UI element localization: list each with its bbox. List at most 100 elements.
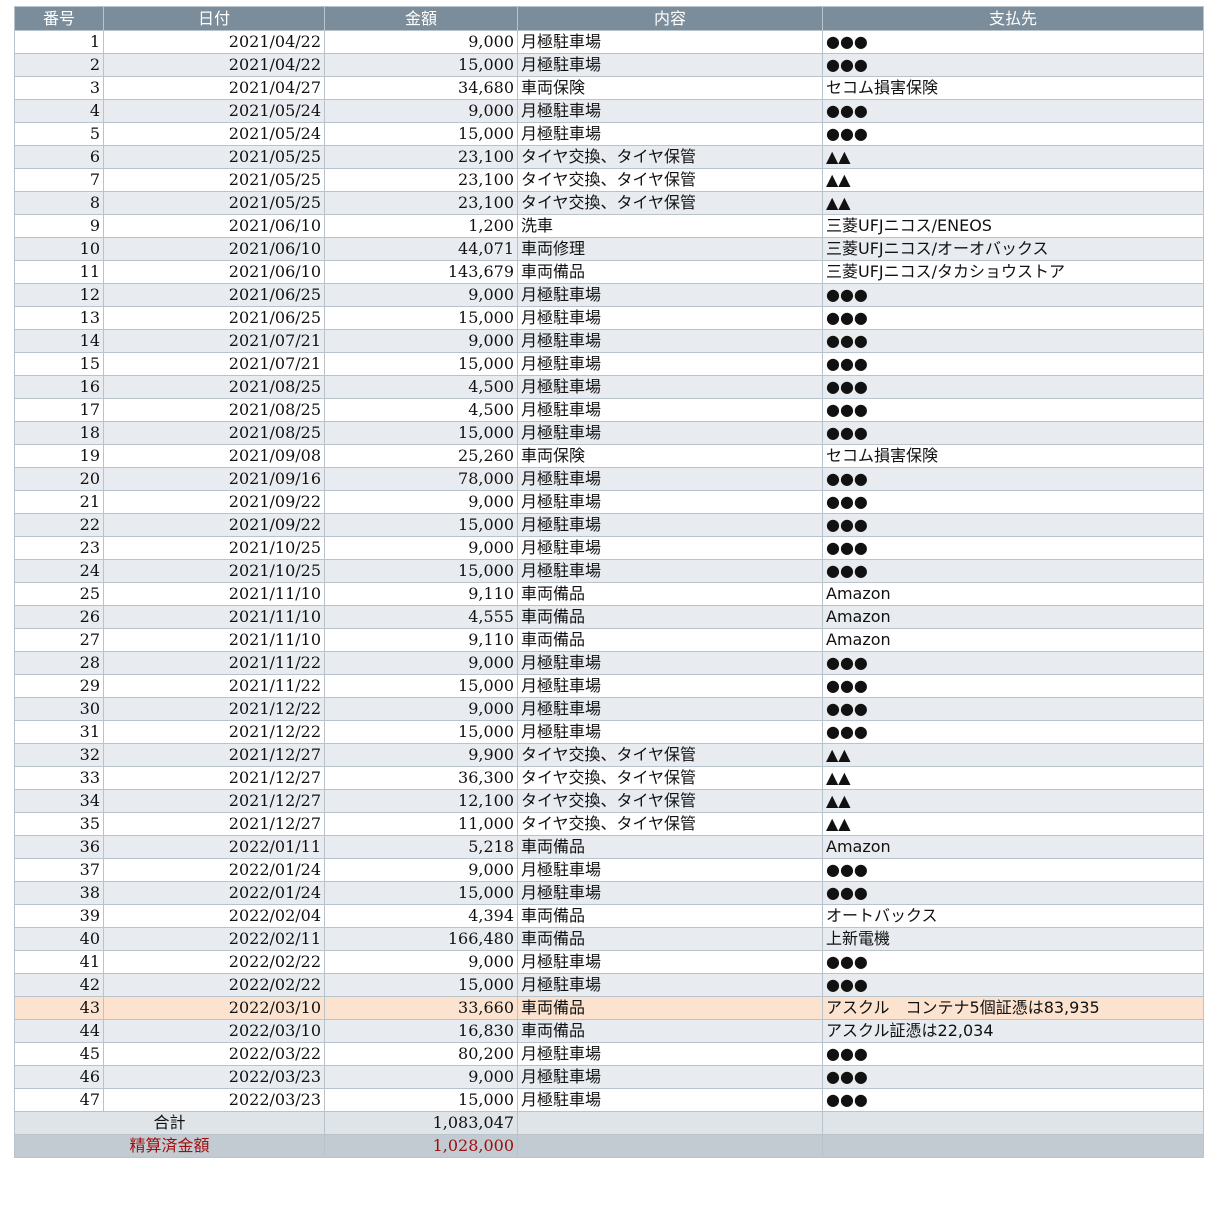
cell-description[interactable]: 月極駐車場 (517, 559, 823, 583)
cell-payee[interactable]: ●●● (822, 283, 1204, 307)
cell-description[interactable]: タイヤ交換、タイヤ保管 (517, 812, 823, 836)
cell-number[interactable]: 44 (14, 1019, 104, 1043)
settled-empty-cell[interactable] (517, 1134, 823, 1158)
cell-amount[interactable]: 9,900 (324, 743, 518, 767)
settled-amount[interactable]: 1,028,000 (324, 1134, 518, 1158)
cell-payee[interactable]: オートバックス (822, 904, 1204, 928)
cell-date[interactable]: 2021/11/22 (103, 674, 325, 698)
cell-amount[interactable]: 4,500 (324, 398, 518, 422)
cell-amount[interactable]: 9,000 (324, 1065, 518, 1089)
header-date[interactable]: 日付 (103, 6, 325, 31)
cell-date[interactable]: 2021/08/25 (103, 398, 325, 422)
header-number[interactable]: 番号 (14, 6, 104, 31)
cell-date[interactable]: 2021/06/10 (103, 260, 325, 284)
cell-date[interactable]: 2021/11/22 (103, 651, 325, 675)
cell-payee[interactable]: ▲▲ (822, 145, 1204, 169)
cell-payee[interactable]: ●●● (822, 651, 1204, 675)
cell-payee[interactable]: Amazon (822, 835, 1204, 859)
cell-description[interactable]: 月極駐車場 (517, 697, 823, 721)
cell-amount[interactable]: 9,110 (324, 582, 518, 606)
cell-payee[interactable]: ●●● (822, 306, 1204, 330)
cell-date[interactable]: 2022/03/10 (103, 996, 325, 1020)
cell-payee[interactable]: ●●● (822, 858, 1204, 882)
cell-amount[interactable]: 33,660 (324, 996, 518, 1020)
cell-description[interactable]: 月極駐車場 (517, 720, 823, 744)
cell-date[interactable]: 2022/03/23 (103, 1088, 325, 1112)
cell-amount[interactable]: 15,000 (324, 53, 518, 77)
cell-description[interactable]: 月極駐車場 (517, 1042, 823, 1066)
cell-amount[interactable]: 9,000 (324, 858, 518, 882)
cell-amount[interactable]: 15,000 (324, 513, 518, 537)
cell-amount[interactable]: 9,000 (324, 490, 518, 514)
cell-description[interactable]: 車両備品 (517, 927, 823, 951)
cell-date[interactable]: 2021/09/08 (103, 444, 325, 468)
cell-payee[interactable]: ●●● (822, 398, 1204, 422)
cell-number[interactable]: 26 (14, 605, 104, 629)
cell-payee[interactable]: 上新電機 (822, 927, 1204, 951)
cell-description[interactable]: 車両備品 (517, 835, 823, 859)
cell-description[interactable]: 洗車 (517, 214, 823, 238)
cell-description[interactable]: 月極駐車場 (517, 122, 823, 146)
cell-description[interactable]: 月極駐車場 (517, 53, 823, 77)
cell-number[interactable]: 30 (14, 697, 104, 721)
total-empty-cell[interactable] (822, 1111, 1204, 1135)
cell-number[interactable]: 34 (14, 789, 104, 813)
cell-date[interactable]: 2021/12/27 (103, 789, 325, 813)
cell-payee[interactable]: セコム損害保険 (822, 76, 1204, 100)
cell-amount[interactable]: 15,000 (324, 421, 518, 445)
cell-payee[interactable]: セコム損害保険 (822, 444, 1204, 468)
cell-payee[interactable]: ▲▲ (822, 743, 1204, 767)
cell-number[interactable]: 41 (14, 950, 104, 974)
cell-amount[interactable]: 11,000 (324, 812, 518, 836)
cell-description[interactable]: 月極駐車場 (517, 973, 823, 997)
cell-date[interactable]: 2021/05/24 (103, 122, 325, 146)
cell-number[interactable]: 37 (14, 858, 104, 882)
cell-payee[interactable]: ●●● (822, 421, 1204, 445)
cell-payee[interactable]: ●●● (822, 1065, 1204, 1089)
cell-date[interactable]: 2021/08/25 (103, 375, 325, 399)
cell-description[interactable]: 月極駐車場 (517, 329, 823, 353)
cell-number[interactable]: 17 (14, 398, 104, 422)
cell-amount[interactable]: 15,000 (324, 559, 518, 583)
cell-date[interactable]: 2022/03/23 (103, 1065, 325, 1089)
cell-date[interactable]: 2021/07/21 (103, 329, 325, 353)
cell-payee[interactable]: ●●● (822, 490, 1204, 514)
cell-payee[interactable]: ●●● (822, 950, 1204, 974)
cell-date[interactable]: 2021/09/16 (103, 467, 325, 491)
cell-number[interactable]: 15 (14, 352, 104, 376)
total-amount[interactable]: 1,083,047 (324, 1111, 518, 1135)
cell-payee[interactable]: ▲▲ (822, 812, 1204, 836)
cell-number[interactable]: 21 (14, 490, 104, 514)
cell-description[interactable]: 月極駐車場 (517, 99, 823, 123)
cell-date[interactable]: 2022/01/11 (103, 835, 325, 859)
cell-date[interactable]: 2022/02/11 (103, 927, 325, 951)
cell-number[interactable]: 36 (14, 835, 104, 859)
cell-payee[interactable]: ●●● (822, 536, 1204, 560)
cell-date[interactable]: 2021/12/27 (103, 743, 325, 767)
cell-payee[interactable]: ●●● (822, 467, 1204, 491)
cell-payee[interactable]: ●●● (822, 122, 1204, 146)
cell-date[interactable]: 2021/05/24 (103, 99, 325, 123)
cell-description[interactable]: 月極駐車場 (517, 1088, 823, 1112)
cell-description[interactable]: タイヤ交換、タイヤ保管 (517, 743, 823, 767)
cell-date[interactable]: 2021/05/25 (103, 191, 325, 215)
cell-number[interactable]: 39 (14, 904, 104, 928)
cell-date[interactable]: 2021/04/22 (103, 53, 325, 77)
cell-payee[interactable]: Amazon (822, 628, 1204, 652)
cell-number[interactable]: 27 (14, 628, 104, 652)
cell-amount[interactable]: 9,000 (324, 283, 518, 307)
cell-description[interactable]: 車両備品 (517, 1019, 823, 1043)
cell-date[interactable]: 2021/10/25 (103, 559, 325, 583)
cell-number[interactable]: 4 (14, 99, 104, 123)
cell-description[interactable]: 車両備品 (517, 628, 823, 652)
cell-amount[interactable]: 34,680 (324, 76, 518, 100)
settled-empty-cell[interactable] (822, 1134, 1204, 1158)
cell-number[interactable]: 7 (14, 168, 104, 192)
cell-description[interactable]: 車両備品 (517, 582, 823, 606)
cell-payee[interactable]: Amazon (822, 582, 1204, 606)
cell-number[interactable]: 25 (14, 582, 104, 606)
cell-date[interactable]: 2021/04/27 (103, 76, 325, 100)
cell-date[interactable]: 2021/12/22 (103, 697, 325, 721)
cell-payee[interactable]: 三菱UFJニコス/ENEOS (822, 214, 1204, 238)
cell-description[interactable]: 車両保険 (517, 444, 823, 468)
